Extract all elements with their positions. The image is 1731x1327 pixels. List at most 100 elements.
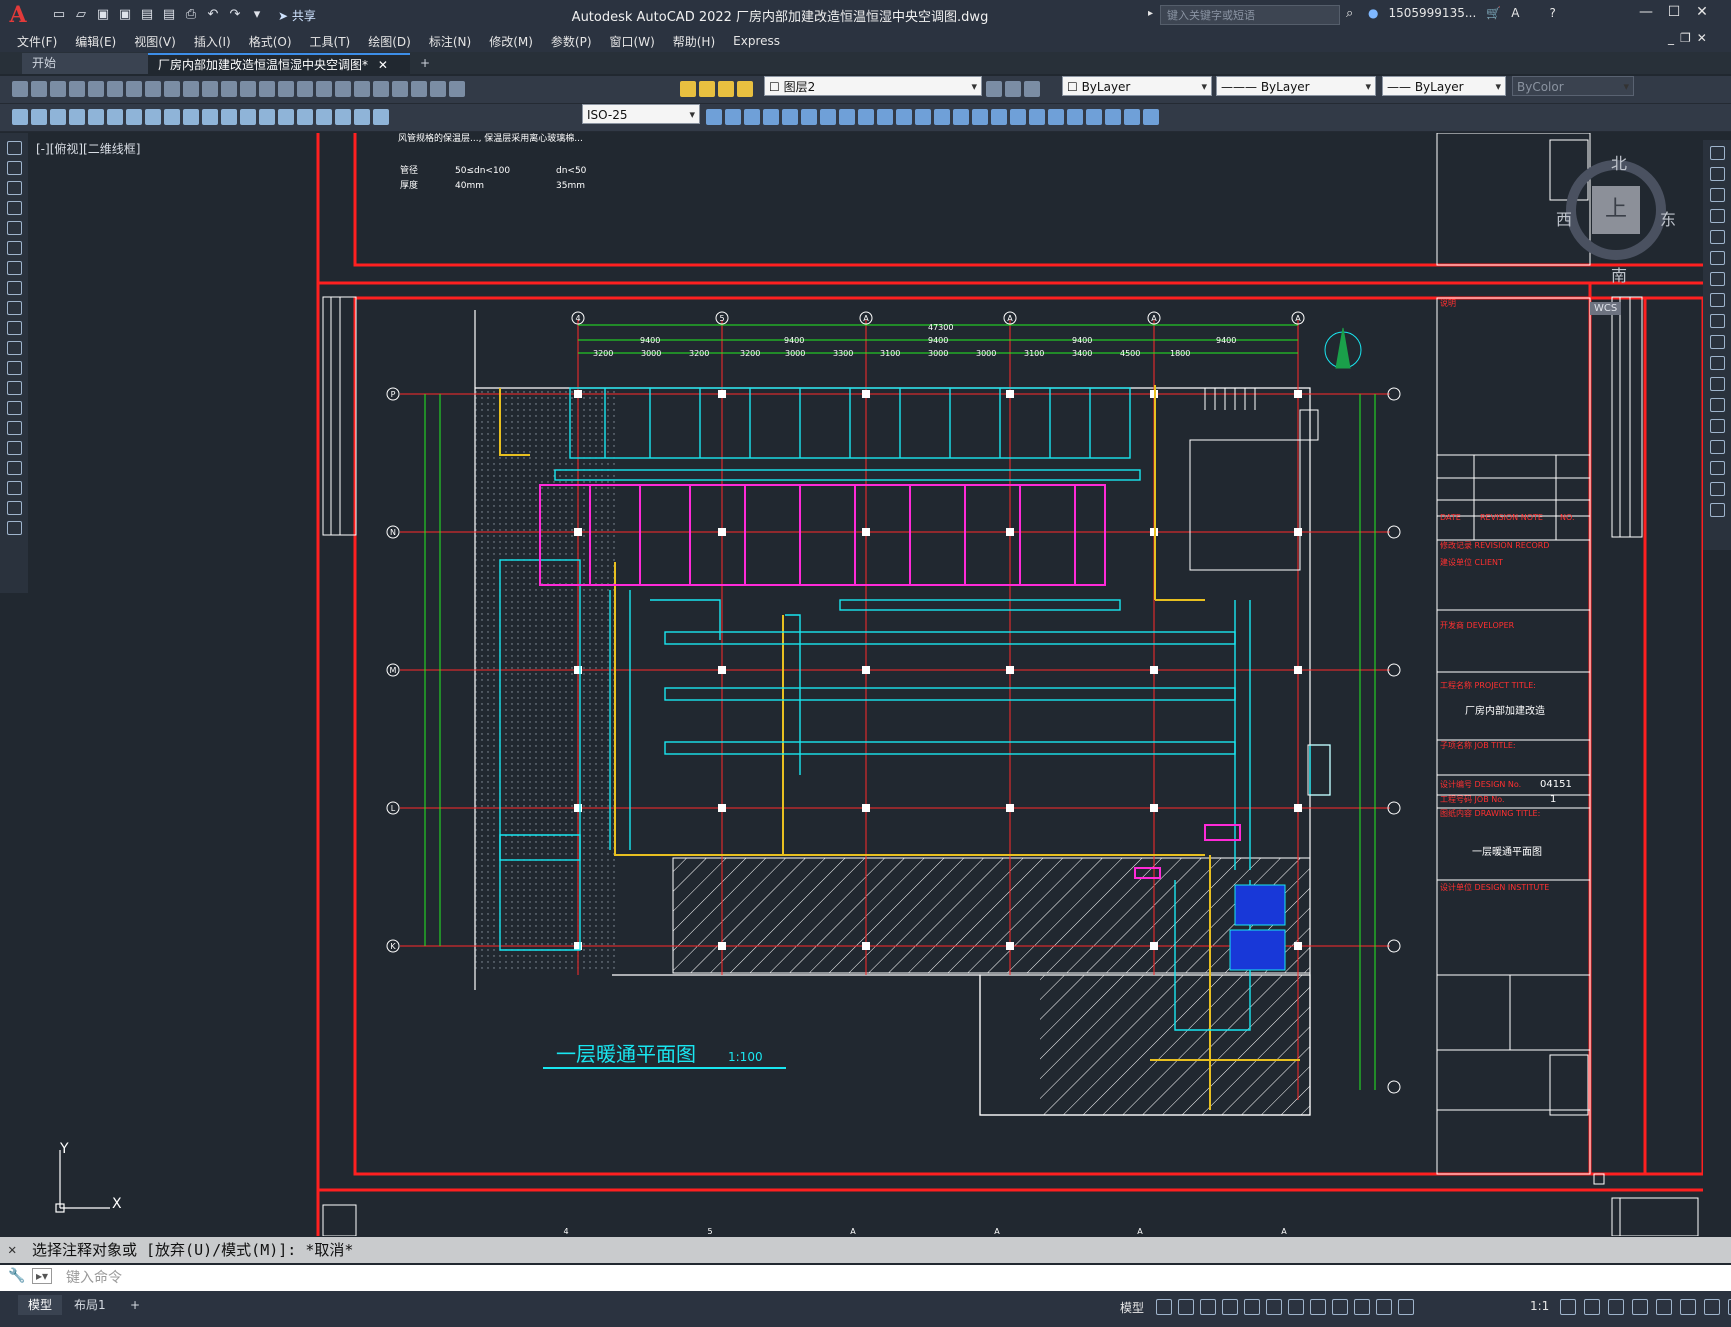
polyline-icon[interactable] — [7, 181, 22, 195]
chamfer-icon[interactable] — [953, 109, 969, 125]
publish-icon[interactable] — [107, 81, 123, 97]
markup-icon[interactable] — [392, 81, 408, 97]
break-at-point-tool-icon[interactable] — [1710, 377, 1725, 391]
lock-ui-icon[interactable] — [1656, 1299, 1672, 1315]
auto-scale-toggle-icon[interactable] — [1398, 1299, 1414, 1315]
snap-toggle-icon[interactable] — [1178, 1299, 1194, 1315]
scale-tool-icon[interactable] — [1710, 293, 1725, 307]
group-icon[interactable] — [1029, 109, 1045, 125]
drawing-canvas[interactable]: 说明 DATE REVISION NOTE NO. 修改记录 REVISION … — [28, 133, 1703, 1236]
open-icon[interactable] — [31, 81, 47, 97]
arc-icon[interactable] — [7, 241, 22, 255]
new-icon[interactable]: ▭ — [50, 6, 68, 24]
object-snap-tracking-toggle-icon[interactable] — [1266, 1299, 1282, 1315]
extend-tool-icon[interactable] — [1710, 356, 1725, 370]
sun-icon[interactable] — [699, 81, 715, 97]
wcs-menu[interactable]: WCS — [1590, 302, 1622, 315]
hatch-icon[interactable] — [7, 421, 22, 435]
extend-icon[interactable] — [896, 109, 912, 125]
open-icon[interactable]: ▱ — [72, 6, 90, 24]
spline-icon[interactable] — [7, 301, 22, 315]
insert-icon[interactable] — [1086, 109, 1102, 125]
inspect-icon[interactable] — [297, 109, 313, 125]
quick-properties-icon[interactable] — [1632, 1299, 1648, 1315]
blend-tool-icon[interactable] — [1710, 482, 1725, 496]
doc-close-icon[interactable]: ✕ — [1697, 31, 1707, 45]
annotation-visibility-toggle-icon[interactable] — [1376, 1299, 1392, 1315]
mirror-tool-icon[interactable] — [1710, 188, 1725, 202]
insert-block-icon[interactable] — [7, 361, 22, 375]
redo-icon[interactable]: ↷ — [226, 6, 244, 24]
hardware-acceleration-icon[interactable] — [1704, 1299, 1720, 1315]
add-selected-icon[interactable] — [7, 521, 22, 535]
make-current-icon[interactable] — [986, 81, 1002, 97]
viewport-controls[interactable]: [-][俯视][二维线框] — [36, 140, 140, 157]
chamfer-tool-icon[interactable] — [1710, 440, 1725, 454]
transparency-toggle-icon[interactable] — [1332, 1299, 1348, 1315]
viewcube-west[interactable]: 西 — [1556, 206, 1572, 230]
trim-icon[interactable] — [877, 109, 893, 125]
command-input[interactable]: 键入命令 — [66, 1265, 122, 1291]
construction-line-icon[interactable] — [7, 161, 22, 175]
explode-icon[interactable] — [991, 109, 1007, 125]
save-web-icon[interactable]: ▤ — [160, 6, 178, 24]
mirror-icon[interactable] — [744, 109, 760, 125]
stretch-icon[interactable] — [858, 109, 874, 125]
open-web-icon[interactable]: ▤ — [138, 6, 156, 24]
fillet-icon[interactable] — [972, 109, 988, 125]
design-center-icon[interactable] — [335, 81, 351, 97]
freeze-icon[interactable] — [718, 81, 734, 97]
copy-object-icon[interactable] — [725, 109, 741, 125]
dim-angular-icon[interactable] — [145, 109, 161, 125]
menu-help[interactable]: 帮助(H) — [664, 33, 724, 50]
ellipse-arc-icon[interactable] — [7, 341, 22, 355]
center-mark-icon[interactable] — [278, 109, 294, 125]
viewcube-north[interactable]: 北 — [1611, 150, 1627, 174]
trim-tool-icon[interactable] — [1710, 335, 1725, 349]
dim-break-icon[interactable] — [240, 109, 256, 125]
circle-icon[interactable] — [7, 261, 22, 275]
help-icon[interactable] — [430, 81, 446, 97]
offset-tool-icon[interactable] — [1710, 209, 1725, 223]
isolate-objects-icon[interactable] — [1680, 1299, 1696, 1315]
viewcube-top[interactable]: 上 — [1592, 186, 1640, 234]
break-icon[interactable] — [915, 109, 931, 125]
menu-draw[interactable]: 绘图(D) — [359, 33, 420, 50]
cart-icon[interactable]: 🛒 — [1486, 6, 1501, 20]
close-icon[interactable]: ✕ — [8, 1237, 16, 1263]
menu-express[interactable]: Express — [724, 34, 789, 48]
zoom-realtime-icon[interactable] — [259, 81, 275, 97]
join-icon[interactable] — [934, 109, 950, 125]
dim-space-icon[interactable] — [221, 109, 237, 125]
minimize-icon[interactable]: — — [1632, 4, 1660, 20]
make-block-icon[interactable] — [7, 381, 22, 395]
fillet-tool-icon[interactable] — [1710, 461, 1725, 475]
help-icon[interactable]: ? — [1549, 6, 1555, 20]
dim-continue-icon[interactable] — [202, 109, 218, 125]
annotation-scale[interactable]: 1:1 — [1530, 1299, 1549, 1313]
zoom-window-icon[interactable] — [278, 81, 294, 97]
table-icon[interactable] — [1143, 109, 1159, 125]
dim-diameter-icon[interactable] — [126, 109, 142, 125]
ellipse-icon[interactable] — [7, 321, 22, 335]
array-tool-icon[interactable] — [1710, 230, 1725, 244]
sheet-set-icon[interactable] — [373, 81, 389, 97]
layer-state-icon[interactable] — [1024, 81, 1040, 97]
drawing-viewport[interactable]: 说明 DATE REVISION NOTE NO. 修改记录 REVISION … — [28, 133, 1703, 1236]
save-icon[interactable] — [50, 81, 66, 97]
cut-icon[interactable] — [126, 81, 142, 97]
dim-arc-icon[interactable] — [50, 109, 66, 125]
rectangle-icon[interactable] — [7, 221, 22, 235]
chevron-right-icon[interactable]: ▸ — [1148, 8, 1153, 19]
plot-icon[interactable] — [69, 81, 85, 97]
menu-edit[interactable]: 编辑(E) — [66, 33, 125, 50]
table-icon[interactable] — [7, 481, 22, 495]
tolerance-icon[interactable] — [259, 109, 275, 125]
menu-tools[interactable]: 工具(T) — [301, 33, 360, 50]
object-snap-toggle-icon[interactable] — [1288, 1299, 1304, 1315]
dimstyle-dropdown[interactable]: ISO-25 — [582, 104, 700, 125]
explode-tool-icon[interactable] — [1710, 503, 1725, 517]
pan-icon[interactable] — [240, 81, 256, 97]
calc-icon[interactable] — [411, 81, 427, 97]
array-icon[interactable] — [782, 109, 798, 125]
